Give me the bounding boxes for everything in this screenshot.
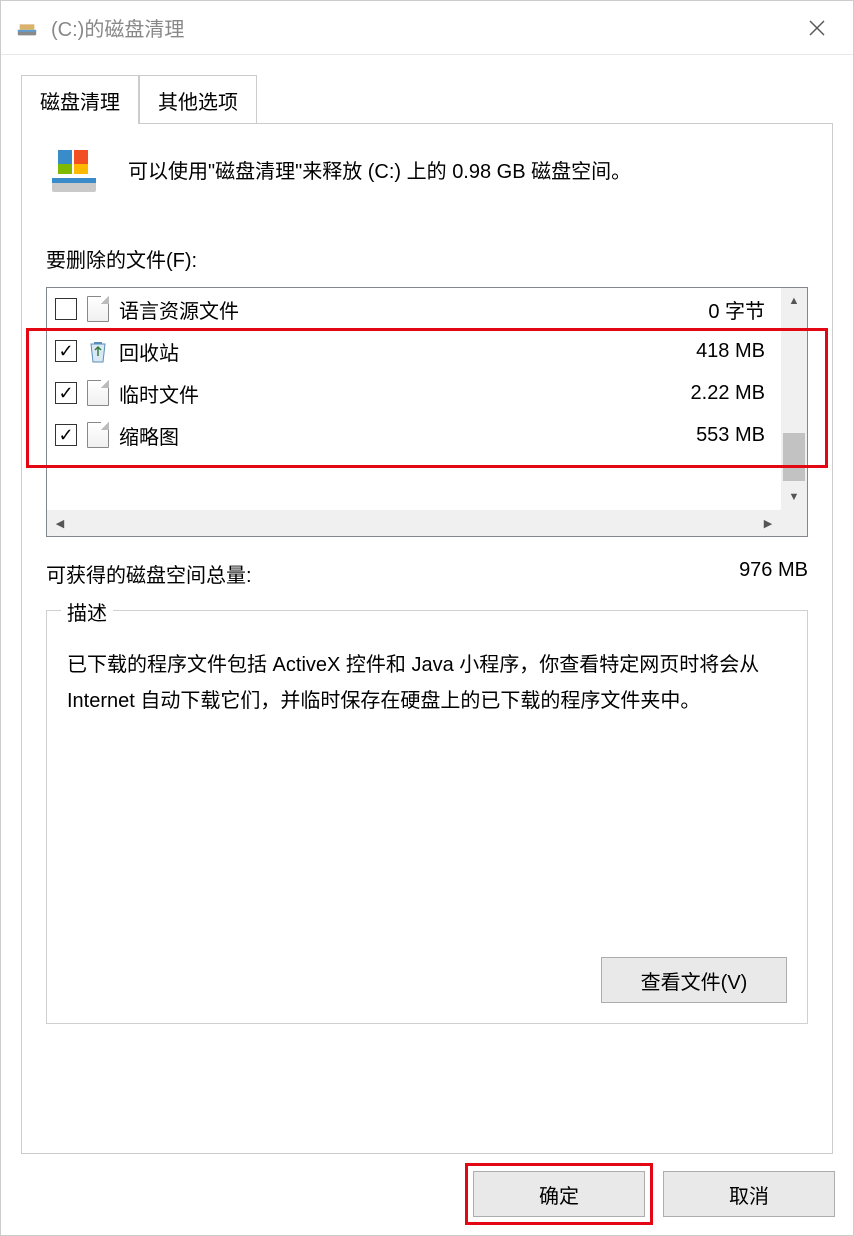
scroll-right-arrow-icon[interactable]: ▶ (755, 510, 781, 536)
window-title: (C:)的磁盘清理 (51, 13, 787, 42)
intro-row: 可以使用"磁盘清理"来释放 (C:) 上的 0.98 GB 磁盘空间。 (46, 144, 808, 200)
file-list-inner: 语言资源文件 0 字节 (47, 288, 781, 510)
close-icon (809, 20, 825, 36)
tab-cleanup[interactable]: 磁盘清理 (21, 75, 139, 123)
disk-icon (46, 144, 102, 200)
file-size: 0 字节 (708, 295, 765, 324)
file-name: 缩略图 (119, 421, 696, 450)
scroll-down-arrow-icon[interactable]: ▼ (781, 484, 807, 510)
scroll-track[interactable] (781, 314, 807, 484)
file-row[interactable]: 缩略图 553 MB (47, 414, 781, 456)
file-icon (87, 296, 109, 322)
file-name: 语言资源文件 (119, 295, 708, 324)
file-icon (87, 380, 109, 406)
ok-button[interactable]: 确定 (473, 1171, 645, 1217)
file-row[interactable]: 语言资源文件 0 字节 (47, 288, 781, 330)
dialog-window: (C:)的磁盘清理 磁盘清理 其他选项 (0, 0, 854, 1236)
total-label: 可获得的磁盘空间总量: (46, 559, 252, 588)
file-row[interactable]: 临时文件 2.22 MB (47, 372, 781, 414)
scroll-thumb[interactable] (783, 433, 805, 481)
checkbox[interactable] (55, 298, 77, 320)
cancel-button[interactable]: 取消 (663, 1171, 835, 1217)
tab-other-options[interactable]: 其他选项 (139, 75, 257, 123)
vertical-scrollbar[interactable]: ▲ ▼ (781, 288, 807, 510)
checkbox[interactable] (55, 340, 77, 362)
close-button[interactable] (787, 1, 847, 54)
checkbox[interactable] (55, 382, 77, 404)
file-size: 553 MB (696, 424, 765, 447)
total-value: 976 MB (739, 559, 808, 588)
tab-panel-cleanup: 可以使用"磁盘清理"来释放 (C:) 上的 0.98 GB 磁盘空间。 要删除的… (21, 124, 833, 1154)
titlebar: (C:)的磁盘清理 (1, 1, 853, 55)
recycle-bin-icon (87, 338, 109, 364)
file-name: 临时文件 (119, 379, 691, 408)
file-list[interactable]: 语言资源文件 0 字节 (46, 287, 808, 537)
file-list-wrap: 语言资源文件 0 字节 (46, 287, 808, 537)
scroll-track[interactable] (73, 510, 755, 536)
dialog-button-row: 确定 取消 (473, 1171, 835, 1217)
file-icon (87, 422, 109, 448)
description-group: 描述 已下载的程序文件包括 ActiveX 控件和 Java 小程序，你查看特定… (46, 610, 808, 1024)
description-text: 已下载的程序文件包括 ActiveX 控件和 Java 小程序，你查看特定网页时… (67, 647, 787, 719)
scroll-corner (781, 510, 807, 536)
disk-cleanup-icon (15, 16, 39, 40)
file-size: 418 MB (696, 340, 765, 363)
checkbox[interactable] (55, 424, 77, 446)
file-name: 回收站 (119, 337, 696, 366)
view-files-button[interactable]: 查看文件(V) (601, 957, 787, 1003)
intro-text: 可以使用"磁盘清理"来释放 (C:) 上的 0.98 GB 磁盘空间。 (128, 157, 631, 187)
total-row: 可获得的磁盘空间总量: 976 MB (46, 559, 808, 588)
tab-strip: 磁盘清理 其他选项 (21, 75, 833, 124)
scroll-up-arrow-icon[interactable]: ▲ (781, 288, 807, 314)
file-size: 2.22 MB (691, 382, 765, 405)
horizontal-scrollbar[interactable]: ◀ ▶ (47, 510, 781, 536)
file-row[interactable]: 回收站 418 MB (47, 330, 781, 372)
files-label: 要删除的文件(F): (46, 244, 808, 273)
ok-button-wrap: 确定 (473, 1171, 645, 1217)
description-label: 描述 (61, 597, 113, 626)
dialog-content: 磁盘清理 其他选项 可以使用"磁盘清理"来释放 (C:) 上的 0.98 GB … (1, 55, 853, 1235)
scroll-left-arrow-icon[interactable]: ◀ (47, 510, 73, 536)
